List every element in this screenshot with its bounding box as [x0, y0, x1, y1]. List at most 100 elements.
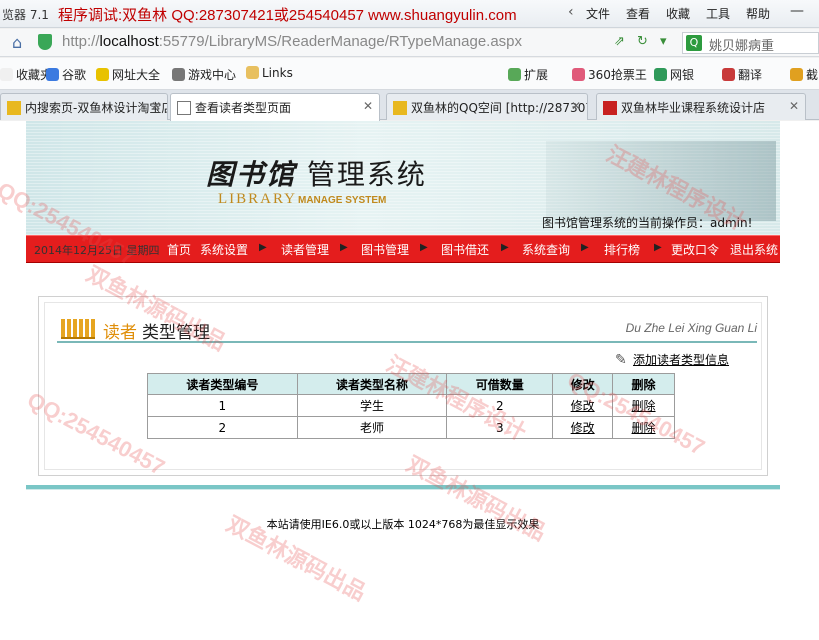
nav-arrow-icon: ▶ [654, 242, 662, 253]
nav-item-2[interactable]: 读者管理 [281, 241, 329, 258]
close-icon[interactable]: ✕ [363, 99, 373, 113]
nav-item-0[interactable]: 首页 [167, 241, 191, 258]
menu-file[interactable]: 文件 [586, 5, 610, 22]
bookmark-icon [246, 66, 259, 79]
tab-favicon-icon [393, 101, 407, 115]
bookmark-icon [46, 68, 59, 81]
bookmark-8[interactable]: 翻译 [722, 66, 762, 83]
bookmark-4[interactable]: Links [246, 66, 293, 80]
edit-link[interactable]: 修改 [571, 399, 595, 413]
browser-tab-3[interactable]: 双鱼林毕业课程系统设计店 ✕ [596, 93, 806, 120]
search-engine-icon[interactable]: Q [686, 35, 702, 51]
menu-help[interactable]: 帮助 [746, 5, 770, 22]
nav-item-4[interactable]: 图书借还 [441, 241, 489, 258]
col-borrow-count: 可借数量 [446, 373, 554, 395]
delete-link[interactable]: 删除 [632, 399, 656, 413]
nav-item-7[interactable]: 更改口令 [671, 241, 719, 258]
col-type-id: 读者类型编号 [147, 373, 298, 395]
table-row: 1 学生 2 修改 删除 [147, 394, 675, 417]
chevron-left-icon[interactable]: ‹ [568, 4, 574, 20]
bookmark-label: 网址大全 [112, 68, 161, 82]
menu-favorites[interactable]: 收藏 [666, 5, 690, 22]
bookmark-icon [572, 68, 585, 81]
cell-type-name: 学生 [360, 399, 385, 413]
tab-label: 查看读者类型页面 [195, 101, 292, 115]
nav-item-5[interactable]: 系统查询 [522, 241, 570, 258]
nav-arrow-icon: ▶ [501, 242, 509, 253]
table-row: 2 老师 3 修改 删除 [147, 416, 675, 439]
home-icon[interactable]: ⌂ [12, 33, 22, 52]
page-viewport: 图书馆 管理系统 LIBRARY MANAGE SYSTEM 图书馆管理系统的当… [0, 121, 819, 640]
bookmark-6[interactable]: 360抢票王 [572, 66, 647, 83]
module-header: 读者 类型管理 Du Zhe Lei Xing Guan Li [57, 317, 757, 343]
bookmark-2[interactable]: 网址大全 [96, 66, 160, 83]
address-actions-icon[interactable]: ⇗ ↻ ▾ [614, 34, 671, 49]
edit-cell: 修改 [552, 394, 614, 417]
bookmark-icon [722, 68, 735, 81]
bookmark-3[interactable]: 游戏中心 [172, 66, 236, 83]
books-icon [61, 319, 95, 339]
bookmark-label: 网银 [670, 68, 695, 82]
url-field[interactable]: http://localhost:55779/LibraryMS/ReaderM… [62, 33, 522, 50]
browser-tab-2[interactable]: 双鱼林的QQ空间 [http://287307421✕ [386, 93, 588, 120]
close-icon[interactable]: ✕ [571, 99, 581, 113]
footer-divider-light [26, 489, 780, 490]
bookmark-label: 翻译 [738, 68, 763, 82]
bookmark-5[interactable]: 扩展 [508, 66, 548, 83]
cell-type-name: 老师 [360, 421, 385, 435]
tab-favicon-icon [7, 101, 21, 115]
title-promo-text: 程序调试:双鱼林 QQ:287307421或254540457 www.shua… [58, 7, 517, 24]
bookmarks-bar: 收藏夹 谷歌 网址大全 游戏中心 Links 扩展 360抢票王 网银 翻译 截 [0, 58, 819, 90]
nav-item-1[interactable]: 系统设置 [200, 241, 248, 258]
bookmark-7[interactable]: 网银 [654, 66, 694, 83]
cell-borrow-count: 2 [495, 398, 504, 413]
search-box[interactable]: Q 姚贝娜病重 [682, 32, 819, 54]
minimize-icon[interactable]: — [786, 3, 808, 23]
browser-tab-0[interactable]: 内搜索页-双鱼林设计淘宝店 ✕ [0, 93, 168, 120]
bookmark-0[interactable]: 收藏夹 [0, 66, 52, 83]
bookmark-9[interactable]: 截 [790, 66, 818, 83]
cell-type-id: 2 [218, 420, 227, 435]
nav-item-6[interactable]: 排行榜 [604, 241, 640, 258]
address-bar: ⌂ http://localhost:55779/LibraryMS/Reade… [0, 29, 819, 57]
table-header-row: 读者类型编号 读者类型名称 可借数量 修改 删除 [147, 373, 675, 395]
bookmark-label: 360抢票王 [588, 68, 647, 82]
nav-item-8[interactable]: 退出系统 [730, 241, 778, 258]
logo-en: LIBRARY [218, 191, 298, 207]
url-path: :55779/LibraryMS/ReaderManage/RTypeManag… [158, 33, 523, 50]
cell-borrow-count: 3 [495, 420, 504, 435]
site-banner: 图书馆 管理系统 LIBRARY MANAGE SYSTEM 图书馆管理系统的当… [26, 121, 780, 235]
add-reader-type-link[interactable]: ✎ 添加读者类型信息 [615, 351, 729, 368]
edit-cell: 修改 [552, 416, 614, 439]
edit-link[interactable]: 修改 [571, 421, 595, 435]
cell-type-id: 2 [147, 416, 298, 439]
tab-favicon-icon [177, 101, 191, 115]
security-shield-icon [38, 34, 52, 50]
logo-brush-text: 图书馆 [206, 158, 297, 191]
delete-link[interactable]: 删除 [632, 421, 656, 435]
menu-view[interactable]: 查看 [626, 5, 650, 22]
bookmark-label: 扩展 [524, 68, 549, 82]
bookmark-icon [96, 68, 109, 81]
close-icon[interactable]: ✕ [789, 99, 799, 113]
module-pinyin: Du Zhe Lei Xing Guan Li [625, 321, 757, 335]
menu-tools[interactable]: 工具 [706, 5, 730, 22]
bookmark-label: 谷歌 [62, 68, 87, 82]
nav-item-3[interactable]: 图书管理 [361, 241, 409, 258]
pencil-icon: ✎ [615, 352, 627, 368]
add-link-label: 添加读者类型信息 [633, 353, 730, 367]
content-inner: 读者 类型管理 Du Zhe Lei Xing Guan Li ✎ 添加读者类型信… [44, 302, 762, 470]
tab-label: 内搜索页-双鱼林设计淘宝店 [25, 101, 168, 115]
bookmark-icon [0, 68, 13, 81]
bookmark-1[interactable]: 谷歌 [46, 66, 86, 83]
banner-building-image [546, 141, 776, 221]
browser-titlebar: 览器 7.1 程序调试:双鱼林 QQ:287307421或254540457 w… [0, 0, 819, 28]
col-type-name: 读者类型名称 [296, 373, 448, 395]
site-logo: 图书馆 管理系统 [206, 153, 427, 193]
browser-tab-1[interactable]: 查看读者类型页面 ✕ [170, 93, 380, 121]
close-icon[interactable]: ✕ [151, 99, 161, 113]
search-input[interactable]: 姚贝娜病重 [709, 35, 774, 54]
reader-type-table: 读者类型编号 读者类型名称 可借数量 修改 删除 1 学生 2 修改 删除 2 老师 3 修改删… [147, 373, 675, 439]
cell-type-id: 1 [218, 398, 227, 413]
nav-arrow-icon: ▶ [259, 242, 267, 253]
